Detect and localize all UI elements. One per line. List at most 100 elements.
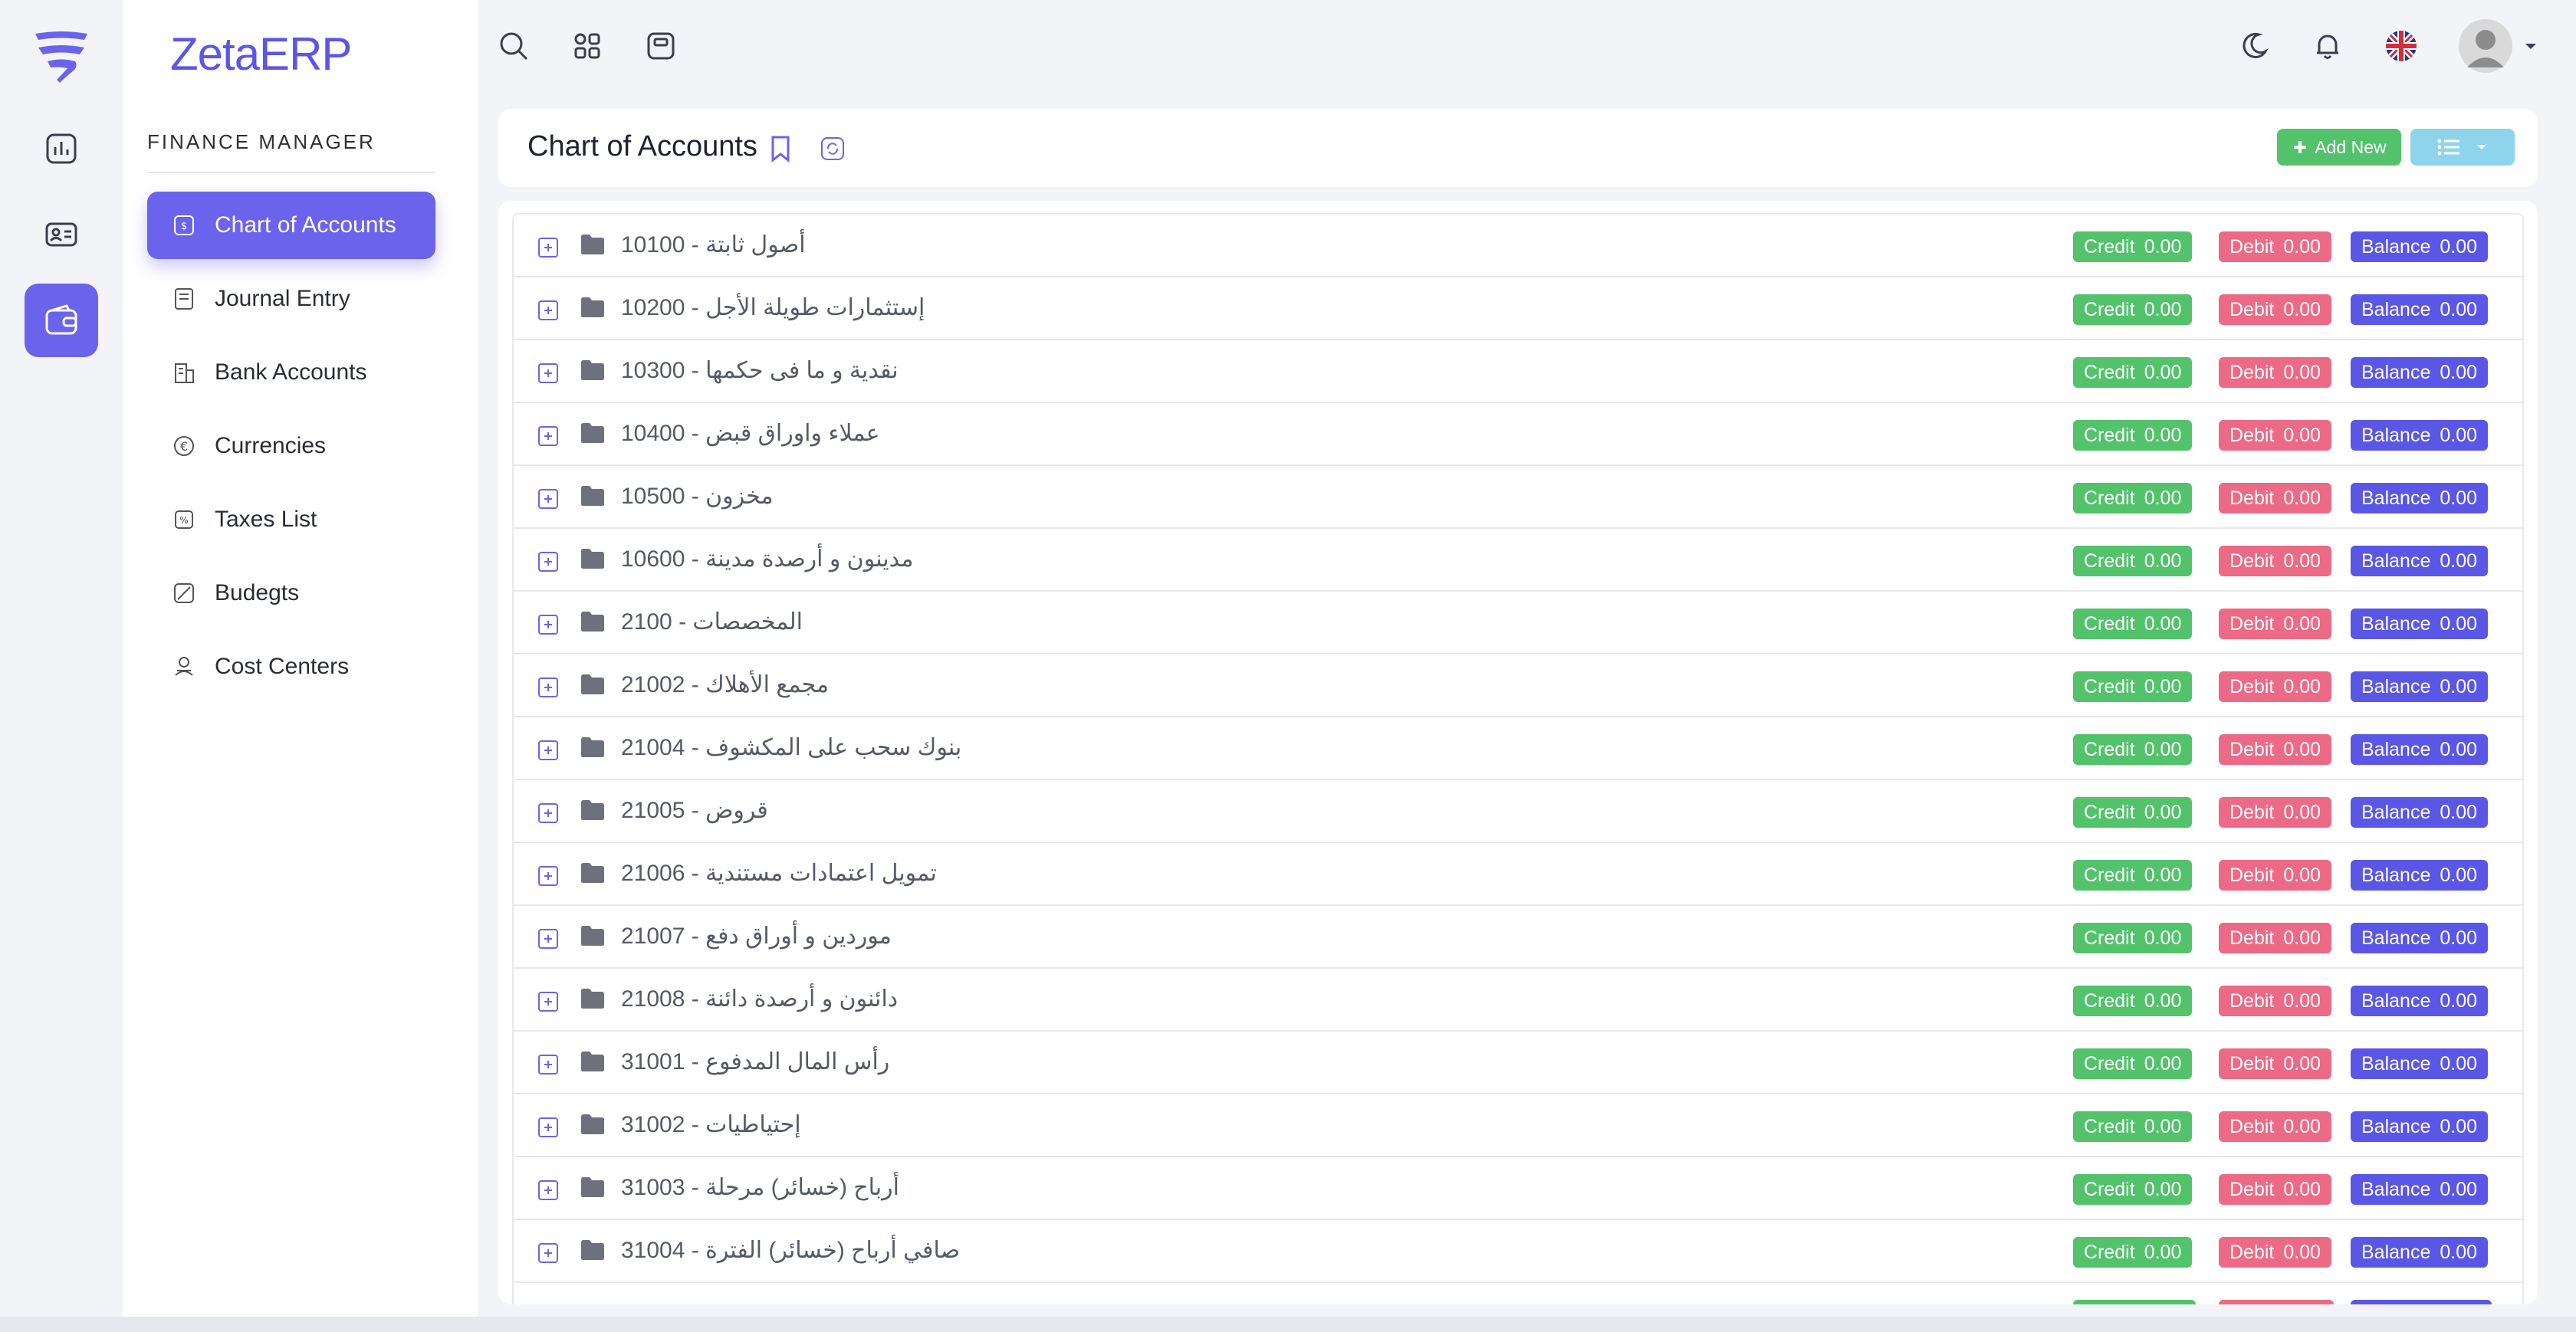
account-label[interactable]: 31001 - رأس المال المدفوع	[621, 1048, 889, 1075]
account-label[interactable]: 10100 - أصول ثابتة	[621, 231, 806, 258]
account-row[interactable]: 10600 - مدينون و أرصدة مدينة Credit 0.00 De…	[514, 529, 2522, 592]
account-row[interactable]: 10200 - إستثمارات طويلة الأجل Credit 0.00 D…	[514, 277, 2522, 340]
account-label[interactable]: 10200 - إستثمارات طويلة الأجل	[621, 294, 925, 321]
expand-plus-icon[interactable]	[538, 489, 558, 509]
moon-icon[interactable]	[2236, 28, 2272, 64]
account-row[interactable]: 10400 - عملاء واوراق قبض Credit 0.00 Debit 0…	[514, 403, 2522, 466]
balance-badge: Balance 0.00	[2351, 357, 2489, 388]
folder-icon	[580, 1238, 606, 1261]
account-label[interactable]: 10300 - نقدية و ما فى حكمها	[621, 357, 899, 384]
account-label[interactable]: 31004 - صافي أرباح (خسائر) الفترة	[621, 1237, 960, 1264]
account-row[interactable]: 21004 - بنوك سحب على المكشوف Credit 0.00 De…	[514, 717, 2522, 780]
account-label[interactable]: 31003 - أرباح (خسائر) مرحلة	[621, 1174, 899, 1201]
rail-finance-button[interactable]	[25, 284, 98, 357]
page-header: Chart of Accounts Add New	[498, 109, 2538, 187]
expand-plus-icon[interactable]	[538, 803, 558, 823]
expand-plus-icon[interactable]	[538, 426, 558, 446]
balance-label: Balance	[2361, 361, 2431, 383]
account-label[interactable]: 21004 - بنوك سحب على المكشوف	[621, 734, 961, 761]
menu-item-currencies[interactable]: € Currencies	[147, 412, 435, 480]
account-row[interactable]: 31001 - رأس المال المدفوع Credit 0.00 Debit…	[514, 1032, 2522, 1094]
expand-plus-icon[interactable]	[538, 363, 558, 383]
menu-item-taxes-list[interactable]: % Taxes List	[147, 486, 435, 553]
account-row[interactable]: 31002 - إحتياطيات Credit 0.00 Debit 0.00 Bala…	[514, 1094, 2522, 1157]
folder-icon	[580, 1050, 606, 1073]
expand-plus-icon[interactable]	[538, 929, 558, 949]
account-row[interactable]: 10100 - أصول ثابتة Credit 0.00 Debit 0.00 Bal…	[514, 215, 2522, 277]
account-separator: -	[685, 295, 706, 320]
credit-badge: Credit 0.00	[2073, 609, 2193, 639]
balance-amount: 0.00	[2440, 235, 2478, 258]
account-row[interactable]: 21005 - قروض Credit 0.00 Debit 0.00 Balance 0.…	[514, 780, 2522, 843]
credit-amount: 0.00	[2144, 235, 2182, 258]
balance-badge: Balance 0.00	[2351, 734, 2489, 765]
expand-plus-icon[interactable]	[538, 615, 558, 635]
apps-grid-icon[interactable]	[569, 28, 606, 64]
rail-contacts-button[interactable]	[25, 198, 98, 271]
expand-plus-icon[interactable]	[538, 1180, 558, 1200]
account-row[interactable]: 31003 - أرباح (خسائر) مرحلة Credit 0.00 Deb…	[514, 1157, 2522, 1220]
expand-plus-icon[interactable]	[538, 677, 558, 697]
user-menu[interactable]	[2456, 18, 2541, 74]
expand-plus-icon[interactable]	[538, 238, 558, 258]
expand-plus-icon[interactable]	[538, 866, 558, 886]
menu-item-budgets[interactable]: Budegts	[147, 559, 435, 627]
account-separator: -	[685, 484, 706, 509]
account-row[interactable]: 21007 - موردين و أوراق دفع Credit 0.00 Debi…	[514, 906, 2522, 969]
account-label[interactable]: 21007 - موردين و أوراق دفع	[621, 923, 892, 950]
account-label[interactable]: 2100 - المخصصات	[621, 609, 803, 635]
rail-reports-button[interactable]	[25, 112, 98, 185]
menu-item-chart-of-accounts[interactable]: $ Chart of Accounts	[147, 192, 435, 259]
account-code: 21002	[621, 672, 685, 697]
uk-flag-icon[interactable]	[2383, 28, 2420, 64]
expand-plus-icon[interactable]	[538, 300, 558, 320]
refresh-icon[interactable]	[817, 133, 848, 164]
folder-icon	[580, 233, 606, 256]
expand-plus-icon[interactable]	[538, 1117, 558, 1137]
account-row[interactable]: 10500 - مخزون Credit 0.00 Debit 0.00 Balance 0…	[514, 466, 2522, 529]
brand-title[interactable]: ZetaERP	[170, 28, 352, 80]
account-code: 31001	[621, 1049, 685, 1074]
account-label[interactable]: 21002 - مجمع الأهلاك	[621, 671, 829, 698]
bookmark-icon[interactable]	[765, 133, 796, 164]
search-icon[interactable]	[495, 28, 532, 64]
bell-icon[interactable]	[2309, 28, 2346, 64]
menu-item-cost-centers[interactable]: Cost Centers	[147, 633, 435, 700]
debit-amount: 0.00	[2283, 1241, 2321, 1263]
account-row[interactable]: 10300 - نقدية و ما فى حكمها Credit 0.00 Deb…	[514, 340, 2522, 403]
account-separator: -	[685, 546, 706, 572]
calculator-icon[interactable]	[642, 28, 679, 64]
account-label[interactable]: 10600 - مدينون و أرصدة مدينة	[621, 546, 913, 572]
credit-label: Credit	[2084, 1052, 2135, 1074]
view-toggle-button[interactable]	[2410, 129, 2515, 166]
expand-plus-icon[interactable]	[538, 992, 558, 1012]
account-name: مجمع الأهلاك	[705, 672, 830, 697]
account-label[interactable]: 10500 - مخزون	[621, 483, 774, 510]
debit-label: Debit	[2229, 1115, 2275, 1137]
folder-icon	[580, 987, 606, 1010]
credit-amount: 0.00	[2144, 801, 2182, 823]
account-label[interactable]: 31002 - إحتياطيات	[621, 1111, 801, 1138]
balance-label: Balance	[2361, 1178, 2431, 1200]
finance-menu: $ Chart of Accounts Journal Entry Bank A…	[147, 192, 435, 707]
menu-item-bank-accounts[interactable]: Bank Accounts	[147, 339, 435, 406]
account-label[interactable]: 21008 - دائنون و أرصدة دائنة	[621, 986, 898, 1012]
account-row[interactable]: 31004 - صافي أرباح (خسائر) الفترة Credit 0…	[514, 1220, 2522, 1283]
credit-label: Credit	[2084, 1115, 2135, 1137]
logo-icon[interactable]	[31, 29, 92, 84]
account-row[interactable]: 21008 - دائنون و أرصدة دائنة Credit 0.00 De…	[514, 969, 2522, 1032]
expand-plus-icon[interactable]	[538, 552, 558, 572]
account-row[interactable]: 21002 - مجمع الأهلاك Credit 0.00 Debit 0.00 B…	[514, 655, 2522, 717]
account-row[interactable]: 21006 - تمويل اعتمادات مستندية Credit 0.00…	[514, 843, 2522, 906]
add-new-button[interactable]: Add New	[2277, 129, 2401, 166]
expand-plus-icon[interactable]	[538, 1055, 558, 1074]
account-label[interactable]: 21005 - قروض	[621, 797, 768, 824]
account-row[interactable]: 2100 - المخصصات Credit 0.00 Debit 0.00 Balanc…	[514, 592, 2522, 655]
menu-item-journal-entry[interactable]: Journal Entry	[147, 265, 435, 333]
credit-badge: Credit 0.00	[2073, 1111, 2193, 1142]
debit-amount: 0.00	[2283, 927, 2321, 949]
expand-plus-icon[interactable]	[538, 1243, 558, 1263]
account-label[interactable]: 10400 - عملاء واوراق قبض	[621, 420, 880, 447]
account-label[interactable]: 21006 - تمويل اعتمادات مستندية	[621, 860, 937, 887]
expand-plus-icon[interactable]	[538, 740, 558, 760]
